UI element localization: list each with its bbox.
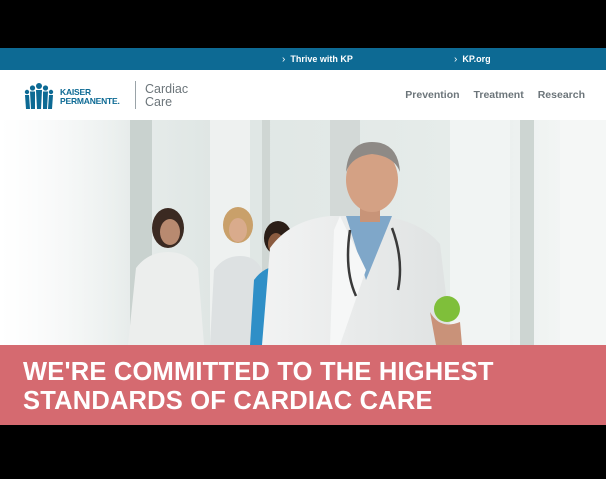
staff-2-face — [229, 218, 247, 242]
hero-window-6 — [560, 120, 606, 345]
product-title: Cardiac Care — [145, 83, 205, 109]
banner-headline-line-1: WE'RE COMMITTED TO THE HIGHEST — [23, 358, 494, 386]
site-header: KAISER PERMANENTE. Cardiac Care Preventi… — [0, 70, 606, 120]
banner-headline: WE'RE COMMITTED TO THE HIGHEST STANDARDS… — [23, 358, 494, 416]
main-nav: Prevention Treatment Research — [405, 87, 585, 103]
hero-image — [0, 120, 606, 345]
nav-item-treatment[interactable]: Treatment — [474, 87, 524, 103]
letterbox-bottom — [0, 425, 606, 479]
apple — [434, 296, 460, 322]
hero-photo-illustration — [0, 120, 606, 345]
hero-banner: WE'RE COMMITTED TO THE HIGHEST STANDARDS… — [0, 345, 606, 425]
banner-headline-line-2: STANDARDS OF CARDIAC CARE — [23, 387, 433, 415]
kaiser-permanente-logo[interactable]: KAISER PERMANENTE. — [23, 81, 133, 109]
staff-1-face — [160, 219, 180, 245]
logo-divider — [135, 81, 136, 109]
thrive-with-kp-link[interactable]: › Thrive with KP — [282, 48, 353, 70]
logo-line-2: PERMANENTE. — [60, 96, 120, 106]
kp-org-label: KP.org — [462, 54, 491, 64]
letterbox-top — [0, 0, 606, 48]
product-title-line-2: Care — [145, 95, 173, 109]
staff-1-coat — [128, 252, 204, 345]
chevron-right-icon: › — [454, 54, 458, 65]
kp-sunburst-icon — [24, 83, 54, 109]
utility-bar: › Thrive with KP › KP.org — [0, 48, 606, 70]
thrive-with-kp-label: Thrive with KP — [290, 54, 353, 64]
chevron-right-icon: › — [282, 54, 286, 65]
nav-item-prevention[interactable]: Prevention — [405, 87, 459, 103]
kp-org-link[interactable]: › KP.org — [454, 48, 491, 70]
logo-wordmark: KAISER PERMANENTE. — [60, 88, 120, 106]
hero-left-fade — [0, 120, 130, 345]
nav-item-research[interactable]: Research — [538, 87, 585, 103]
hero-window-5 — [520, 120, 534, 345]
